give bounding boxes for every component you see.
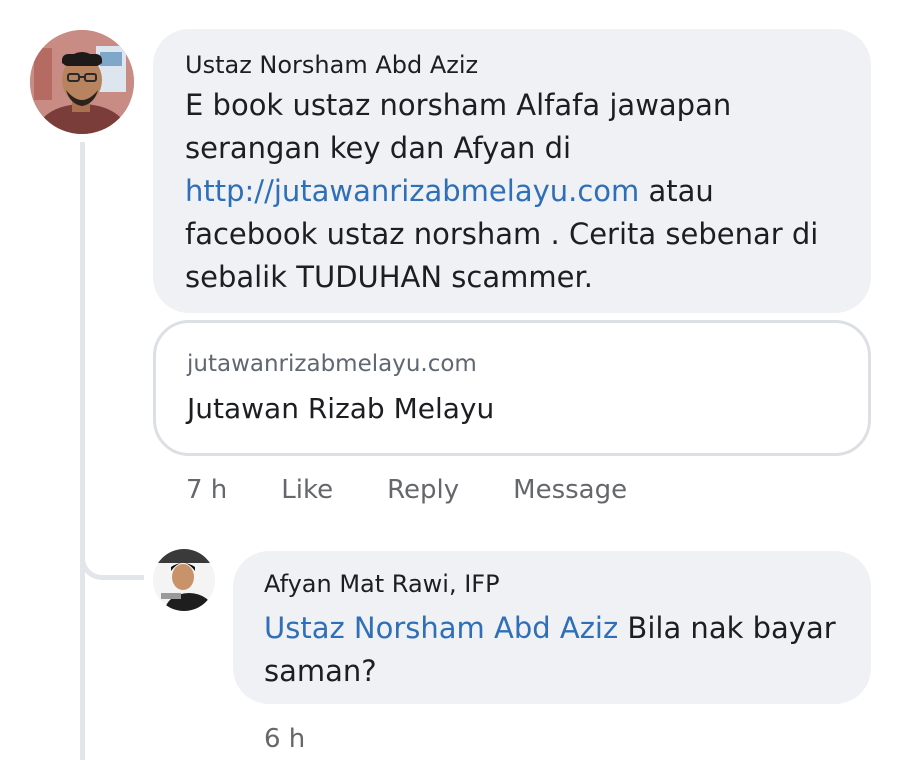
comment-timestamp[interactable]: 7 h [186,472,227,508]
comment-link[interactable]: http://jutawanrizabmelayu.com [185,174,639,208]
comment-thread: Ustaz Norsham Abd Aziz E book ustaz nors… [0,0,904,760]
reply-actions: 6 h [264,721,359,757]
link-preview-card[interactable]: jutawanrizabmelayu.com Jutawan Rizab Mel… [153,320,871,456]
reply-bubble: Afyan Mat Rawi, IFP Ustaz Norsham Abd Az… [233,551,871,704]
link-preview-domain: jutawanrizabmelayu.com [187,351,477,377]
comment-actions: 7 h Like Reply Message [186,472,627,508]
comment-text-part: E book ustaz norsham Alfafa jawapan sera… [185,88,732,165]
reply-text: Ustaz Norsham Abd Aziz Bila nak bayar sa… [264,607,840,693]
reply-button[interactable]: Reply [387,472,459,508]
avatar-ustaz-norsham[interactable] [30,30,134,134]
comment-bubble: Ustaz Norsham Abd Aziz E book ustaz nors… [153,29,871,313]
reply-author[interactable]: Afyan Mat Rawi, IFP [264,567,840,601]
comment-author[interactable]: Ustaz Norsham Abd Aziz [185,48,840,82]
comment-text: E book ustaz norsham Alfafa jawapan sera… [185,84,840,299]
reply-timestamp[interactable]: 6 h [264,721,305,757]
thread-reply-connector [80,536,144,580]
message-button[interactable]: Message [513,472,627,508]
link-preview-title: Jutawan Rizab Melayu [187,392,495,425]
like-button[interactable]: Like [281,472,333,508]
thread-line [80,142,85,760]
avatar-afyan[interactable] [153,549,215,611]
reply-mention[interactable]: Ustaz Norsham Abd Aziz [264,611,618,645]
